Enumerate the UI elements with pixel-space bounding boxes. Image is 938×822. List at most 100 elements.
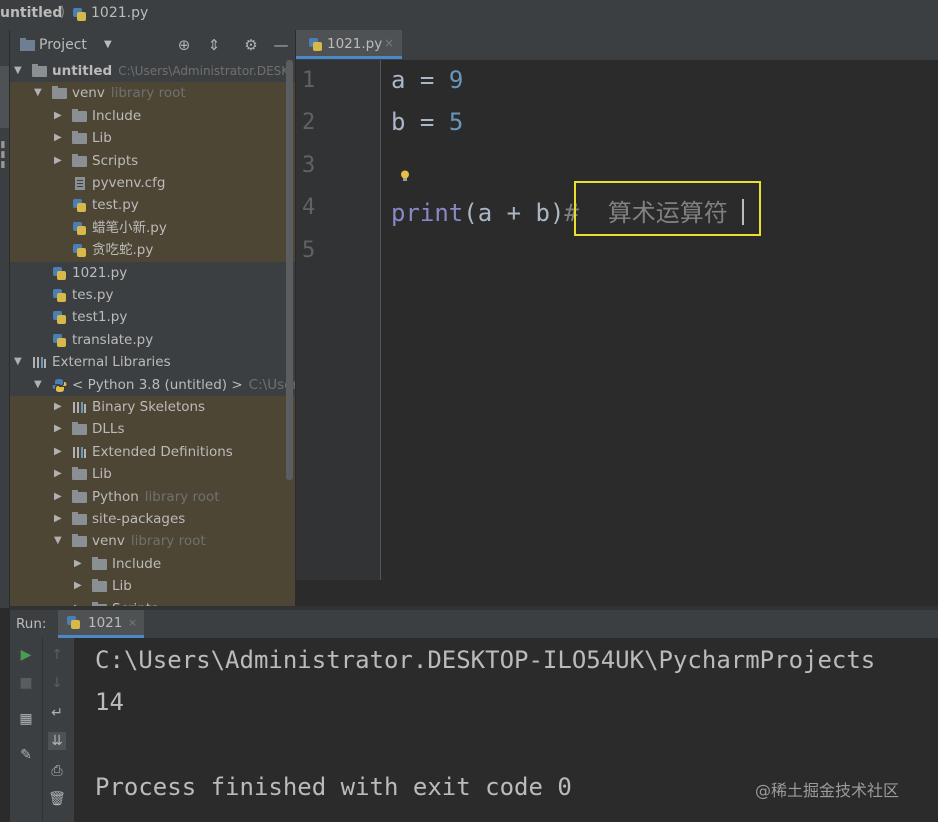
chevron-down-icon[interactable]: ▼ xyxy=(104,39,112,50)
line-number: 2 xyxy=(302,110,316,135)
line-number: 4 xyxy=(302,195,316,220)
tree-item[interactable]: 贪吃蛇.py xyxy=(10,239,295,261)
code-editor[interactable]: a = 9 b = 5 print(a + b)# 算术运算符 xyxy=(381,60,938,580)
project-panel-title[interactable]: Project xyxy=(39,37,87,53)
trash-icon[interactable]: 🗑 xyxy=(48,790,66,808)
tree-item[interactable]: ▶ Extended Definitions xyxy=(10,441,295,463)
tree-item-label: venv library root xyxy=(92,530,206,552)
breadcrumb-project[interactable]: untitled xyxy=(0,5,62,21)
collapsed-arrow-icon[interactable]: ▶ xyxy=(74,553,84,575)
folder-icon xyxy=(72,108,87,122)
tree-item-name: Scripts xyxy=(92,152,139,169)
tree-item[interactable]: ▼ External Libraries xyxy=(10,351,295,373)
expanded-arrow-icon[interactable]: ▼ xyxy=(14,351,24,373)
tree-item[interactable]: ▶ DLLs xyxy=(10,418,295,440)
collapsed-arrow-icon[interactable]: ▶ xyxy=(54,150,64,172)
tree-item[interactable]: ▶ Binary Skeletons xyxy=(10,396,295,418)
python-sdk-icon xyxy=(52,378,67,392)
collapsed-arrow-icon[interactable]: ▶ xyxy=(74,575,84,597)
tree-item[interactable]: 1021.py xyxy=(10,262,295,284)
stop-icon[interactable]: ■ xyxy=(17,674,35,692)
run-tab-1021[interactable]: 1021 × xyxy=(58,610,144,638)
tree-item[interactable]: ▶ Python library root xyxy=(10,486,295,508)
locate-icon[interactable]: ⊕ xyxy=(175,36,193,54)
editor-tab-1021[interactable]: 1021.py × xyxy=(296,30,402,59)
python-file-icon xyxy=(309,38,322,51)
project-scrollbar[interactable] xyxy=(286,60,293,480)
watermark: @稀土掘金技术社区 xyxy=(755,781,900,800)
gear-icon[interactable]: ⚙ xyxy=(242,36,260,54)
soft-wrap-icon[interactable]: ↵ xyxy=(48,704,66,722)
folder-icon xyxy=(72,422,87,436)
project-panel-header: Project ▼ ⊕ ⇕ ⚙ — xyxy=(10,30,295,61)
project-tree: ▼ untitled C:\Users\Administrator.DESK ▼ ven… xyxy=(10,60,295,608)
folder-icon xyxy=(92,556,107,570)
expanded-arrow-icon[interactable]: ▼ xyxy=(14,60,24,82)
tree-item[interactable]: ▼ < Python 3.8 (untitled) >C:\Users\ xyxy=(10,374,295,396)
editor-tab-bar: 1021.py × xyxy=(296,30,938,61)
code-line-1[interactable]: a = 9 xyxy=(391,66,463,94)
tree-item[interactable]: ▶ Lib xyxy=(10,463,295,485)
editor-gutter: 1 2 3 4 5 xyxy=(296,60,381,580)
tree-item[interactable]: ▼ venv library root xyxy=(10,530,295,552)
project-tool-button[interactable] xyxy=(0,66,9,128)
tree-item[interactable]: ▶ Include xyxy=(10,105,295,127)
tree-item[interactable]: 蜡笔小新.py xyxy=(10,217,295,239)
collapsed-arrow-icon[interactable]: ▶ xyxy=(54,508,64,530)
tree-item[interactable]: ▶ Include xyxy=(10,553,295,575)
pin-icon[interactable]: ✎ xyxy=(17,746,35,764)
tree-item-name: translate.py xyxy=(72,331,154,348)
tree-item[interactable]: test.py xyxy=(10,194,295,216)
tree-item-label: Extended Definitions xyxy=(92,441,233,463)
tree-item-name: Extended Definitions xyxy=(92,443,233,460)
call-arguments: (a + b) xyxy=(463,199,565,227)
close-icon[interactable]: × xyxy=(384,36,394,50)
expanded-arrow-icon[interactable]: ▼ xyxy=(54,530,64,552)
down-arrow-icon[interactable]: ↓ xyxy=(48,674,66,692)
tree-item[interactable]: ▶ site-packages xyxy=(10,508,295,530)
collapsed-arrow-icon[interactable]: ▶ xyxy=(54,127,64,149)
tree-item-label: 1021.py xyxy=(72,262,127,284)
tree-item-name: test.py xyxy=(92,197,139,214)
tree-item[interactable]: ▶ Scripts xyxy=(10,150,295,172)
collapsed-arrow-icon[interactable]: ▶ xyxy=(54,486,64,508)
variable: a xyxy=(391,66,406,94)
number-literal: 5 xyxy=(448,108,464,136)
tree-item-label: 蜡笔小新.py xyxy=(92,217,167,239)
tree-item-label: test1.py xyxy=(72,306,127,328)
library-icon xyxy=(72,400,87,414)
collapsed-arrow-icon[interactable]: ▶ xyxy=(54,441,64,463)
breadcrumb-file[interactable]: 1021.py xyxy=(91,5,148,21)
tree-item[interactable]: tes.py xyxy=(10,284,295,306)
tree-item[interactable]: ▶ Lib xyxy=(10,127,295,149)
close-icon[interactable]: × xyxy=(128,616,137,629)
layout-icon[interactable]: ▦ xyxy=(17,710,35,728)
tree-item[interactable]: ▶ Lib xyxy=(10,575,295,597)
collapse-all-icon[interactable]: ⇕ xyxy=(205,36,223,54)
up-arrow-icon[interactable]: ↑ xyxy=(48,646,66,664)
number-literal: 9 xyxy=(448,66,464,94)
tree-item[interactable]: pyvenv.cfg xyxy=(10,172,295,194)
library-icon xyxy=(32,355,47,369)
collapsed-arrow-icon[interactable]: ▶ xyxy=(54,396,64,418)
hide-icon[interactable]: — xyxy=(272,36,290,54)
scroll-to-end-icon[interactable]: ⇊ xyxy=(48,732,66,750)
expanded-arrow-icon[interactable]: ▼ xyxy=(34,82,44,104)
tree-item[interactable]: ▼ untitled C:\Users\Administrator.DESK xyxy=(10,60,295,82)
expanded-arrow-icon[interactable]: ▼ xyxy=(34,374,44,396)
tree-item[interactable]: ▼ venv library root xyxy=(10,82,295,104)
collapsed-arrow-icon[interactable]: ▶ xyxy=(54,105,64,127)
code-line-2[interactable]: b = 5 xyxy=(391,108,463,136)
python-file-icon xyxy=(72,221,87,235)
collapsed-arrow-icon[interactable]: ▶ xyxy=(54,418,64,440)
tree-item[interactable]: test1.py xyxy=(10,306,295,328)
tree-item-label: Scripts xyxy=(92,150,138,172)
tree-item[interactable]: translate.py xyxy=(10,329,295,351)
lightbulb-icon[interactable] xyxy=(400,170,410,182)
print-icon[interactable]: ⎙ xyxy=(48,762,66,780)
console-line: 14 xyxy=(95,688,124,716)
rerun-icon[interactable]: ▶ xyxy=(17,646,35,664)
collapsed-arrow-icon[interactable]: ▶ xyxy=(54,463,64,485)
tree-item-name: site-packages xyxy=(92,511,186,527)
structure-tool-button[interactable]: ▮▮▮ xyxy=(0,140,8,170)
